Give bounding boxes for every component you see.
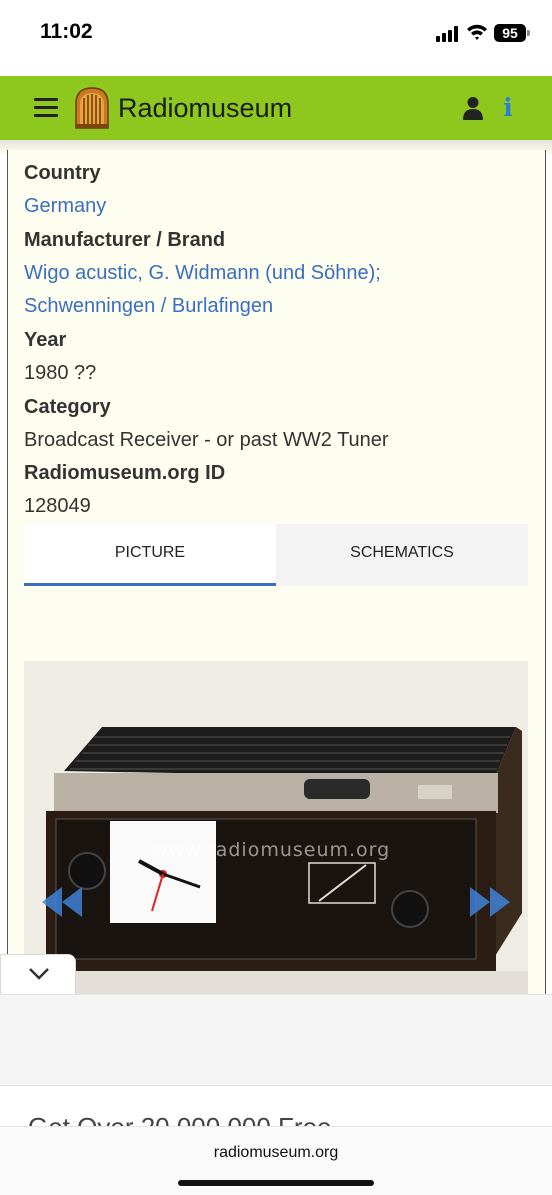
year-value: 1980 ?? xyxy=(24,362,97,384)
tab-picture[interactable]: PICTURE xyxy=(24,524,276,586)
hamburger-icon[interactable] xyxy=(34,98,58,118)
user-icon[interactable] xyxy=(462,96,484,120)
next-arrow-icon[interactable] xyxy=(468,885,512,919)
url-text[interactable]: radiomuseum.org xyxy=(0,1144,552,1162)
status-bar: 11:02 95 xyxy=(0,0,552,76)
photo-watermark: www.radiomuseum.org xyxy=(152,839,391,861)
previous-arrow-icon[interactable] xyxy=(40,885,84,919)
clock-radio-image xyxy=(24,661,528,995)
wifi-icon xyxy=(467,24,487,40)
id-value: 128049 xyxy=(24,495,91,517)
info-icon[interactable]: i xyxy=(500,94,516,122)
radiomuseum-logo-icon[interactable] xyxy=(72,86,112,130)
manufacturer-location-link[interactable]: Schwenningen / Burlafingen xyxy=(24,295,273,318)
status-time: 11:02 xyxy=(40,20,93,43)
battery-level: 95 xyxy=(494,24,526,42)
manufacturer-link[interactable]: Wigo acustic, G. Widmann (und Söhne); xyxy=(24,262,381,285)
site-header: Radiomuseum i xyxy=(0,76,552,140)
radio-photo: www.radiomuseum.org xyxy=(24,661,528,995)
battery-icon: 95 xyxy=(494,24,530,42)
site-name[interactable]: Radiomuseum xyxy=(118,93,292,124)
ad-banner: Get Over 20,000,000 Free xyxy=(0,994,552,1145)
category-value: Broadcast Receiver - or past WW2 Tuner xyxy=(24,429,389,451)
year-label: Year xyxy=(24,329,67,351)
cellular-signal-icon xyxy=(436,26,460,42)
browser-url-bar: radiomuseum.org xyxy=(0,1126,552,1195)
media-tabs: PICTURE SCHEMATICS xyxy=(24,524,528,586)
country-label: Country xyxy=(24,162,101,184)
category-label: Category xyxy=(24,396,111,418)
manufacturer-label: Manufacturer / Brand xyxy=(24,229,226,251)
radio-detail-panel: Country Germany Manufacturer / Brand Wig… xyxy=(7,150,546,995)
country-link[interactable]: Germany xyxy=(24,195,106,218)
home-indicator xyxy=(178,1180,374,1186)
chevron-down-icon xyxy=(29,968,49,980)
id-label: Radiomuseum.org ID xyxy=(24,462,226,484)
collapse-ad-button[interactable] xyxy=(0,954,76,994)
tab-schematics[interactable]: SCHEMATICS xyxy=(276,524,528,586)
